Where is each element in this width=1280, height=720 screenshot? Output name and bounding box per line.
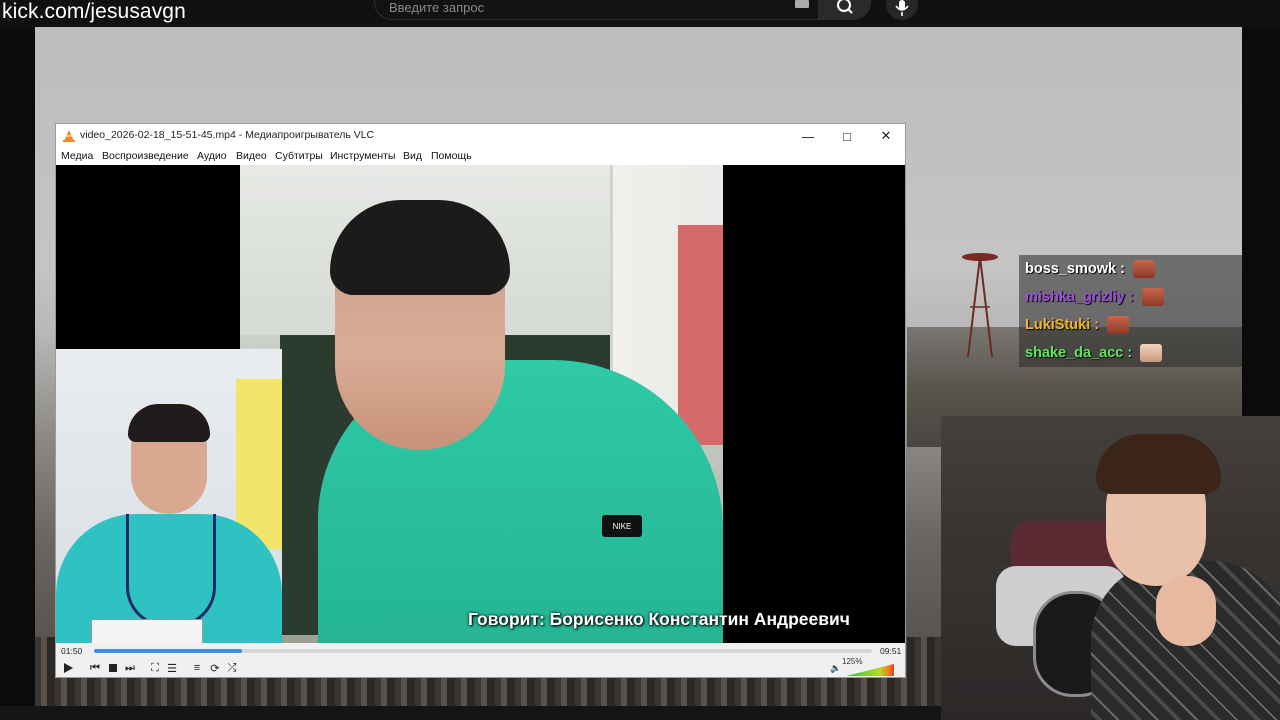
chat-username-text: boss_smowk bbox=[1025, 260, 1117, 277]
menu-media[interactable]: Медиа bbox=[61, 150, 93, 162]
shuffle-button[interactable]: ⤮ bbox=[224, 660, 240, 676]
microphone-icon bbox=[895, 0, 909, 16]
chat-username: shake_da_acc : bbox=[1025, 344, 1163, 362]
streamer-webcam bbox=[941, 416, 1280, 720]
chat-username-text: LukiStuki bbox=[1025, 316, 1091, 333]
time-current: 01:50 bbox=[61, 646, 83, 656]
next-icon: ⏭ bbox=[125, 661, 135, 674]
stop-button[interactable] bbox=[105, 660, 121, 676]
previous-icon: ⏮ bbox=[90, 661, 100, 674]
chat-message: boss_smowk : bbox=[1019, 255, 1242, 283]
search-icon bbox=[837, 0, 853, 14]
menu-playback[interactable]: Воспроизведение bbox=[102, 150, 189, 162]
maximize-button[interactable]: □ bbox=[828, 124, 866, 148]
fullscreen-button[interactable]: ⛶ bbox=[147, 660, 163, 676]
equalizer-icon: ☰ bbox=[167, 662, 177, 675]
streamer-hand bbox=[1156, 576, 1216, 646]
controls-row: ⏮ ⏭ ⛶ ☰ ≡ ⟳ ⤮ 🔈 125% bbox=[56, 657, 905, 677]
face-emote-icon bbox=[1140, 344, 1163, 362]
chat-username: mishka_grizliy : bbox=[1025, 288, 1164, 306]
extended-settings-button[interactable]: ☰ bbox=[164, 660, 180, 676]
streamer-hair bbox=[1096, 434, 1221, 494]
playlist-icon: ≡ bbox=[193, 662, 201, 674]
seek-bar[interactable] bbox=[94, 649, 872, 653]
chat-overlay: boss_smowk : mishka_grizliy : LukiStuki … bbox=[1019, 255, 1242, 367]
next-button[interactable]: ⏭ bbox=[122, 660, 138, 676]
close-button[interactable]: ✕ bbox=[867, 124, 905, 148]
menu-bar: Медиа Воспроизведение Аудио Видео Субтит… bbox=[56, 148, 905, 165]
volume-level: 125% bbox=[842, 657, 863, 666]
window-title: video_2026-02-18_15-51-45.mp4 - Медиапро… bbox=[80, 129, 375, 141]
stream-top-bar: kick.com/jesusavgn Введите запрос bbox=[0, 0, 1280, 27]
voice-search-button[interactable] bbox=[886, 0, 918, 20]
inset-yellow-poster bbox=[236, 379, 282, 549]
time-total: 09:51 bbox=[880, 646, 902, 656]
shuffle-icon: ⤮ bbox=[227, 661, 237, 674]
channel-url: kick.com/jesusavgn bbox=[2, 0, 186, 23]
chat-username: boss_smowk : bbox=[1025, 260, 1155, 278]
search-placeholder: Введите запрос bbox=[389, 0, 485, 15]
search-button[interactable] bbox=[819, 0, 871, 20]
curtain bbox=[678, 225, 723, 445]
chat-username-text: mishka_grizliy bbox=[1025, 288, 1125, 305]
loop-icon: ⟳ bbox=[210, 662, 220, 675]
inset-lanyard bbox=[126, 514, 216, 627]
previous-button[interactable]: ⏮ bbox=[87, 660, 103, 676]
chat-message: shake_da_acc : bbox=[1019, 339, 1242, 367]
minimize-button[interactable]: — bbox=[789, 124, 827, 148]
face-emote-icon bbox=[1141, 288, 1164, 306]
menu-help[interactable]: Помощь bbox=[431, 150, 472, 162]
video-subtitle: Говорит: Борисенко Константин Андреевич bbox=[468, 609, 850, 629]
play-icon bbox=[64, 663, 73, 673]
menu-view[interactable]: Вид bbox=[403, 150, 422, 162]
parachute-tower bbox=[962, 253, 998, 357]
chat-username: LukiStuki : bbox=[1025, 316, 1130, 334]
seek-progress bbox=[94, 649, 242, 653]
video-area[interactable]: NIKE Говорит: Борисенко Константин Андре… bbox=[56, 165, 905, 643]
chat-message: LukiStuki : bbox=[1019, 311, 1242, 339]
inset-hair bbox=[128, 404, 210, 442]
video-inset-photo bbox=[56, 349, 282, 643]
face-emote-icon bbox=[1132, 260, 1155, 278]
menu-subtitles[interactable]: Субтитры bbox=[275, 150, 323, 162]
menu-video[interactable]: Видео bbox=[236, 150, 267, 162]
video-frame-main: NIKE bbox=[240, 165, 723, 643]
speaker-icon: 🔈 bbox=[830, 662, 842, 673]
title-bar[interactable]: video_2026-02-18_15-51-45.mp4 - Медиапро… bbox=[56, 124, 905, 148]
fullscreen-icon: ⛶ bbox=[151, 661, 159, 674]
menu-tools[interactable]: Инструменты bbox=[330, 150, 395, 162]
face-emote-icon bbox=[1107, 316, 1130, 334]
seek-row: 01:50 09:51 bbox=[56, 643, 905, 659]
vlc-window[interactable]: video_2026-02-18_15-51-45.mp4 - Медиапро… bbox=[55, 123, 906, 678]
chat-username-text: shake_da_acc bbox=[1025, 344, 1124, 361]
vlc-cone-icon bbox=[63, 130, 75, 142]
playlist-button[interactable]: ≡ bbox=[189, 660, 205, 676]
stop-icon bbox=[109, 664, 117, 672]
loop-button[interactable]: ⟳ bbox=[207, 660, 223, 676]
shirt-logo: NIKE bbox=[602, 515, 642, 537]
search-input[interactable]: Введите запрос bbox=[374, 0, 819, 20]
menu-audio[interactable]: Аудио bbox=[197, 150, 227, 162]
chat-message: mishka_grizliy : bbox=[1019, 283, 1242, 311]
keyboard-icon[interactable] bbox=[795, 0, 809, 8]
inset-badge-card bbox=[91, 619, 203, 643]
play-button[interactable] bbox=[60, 660, 76, 676]
